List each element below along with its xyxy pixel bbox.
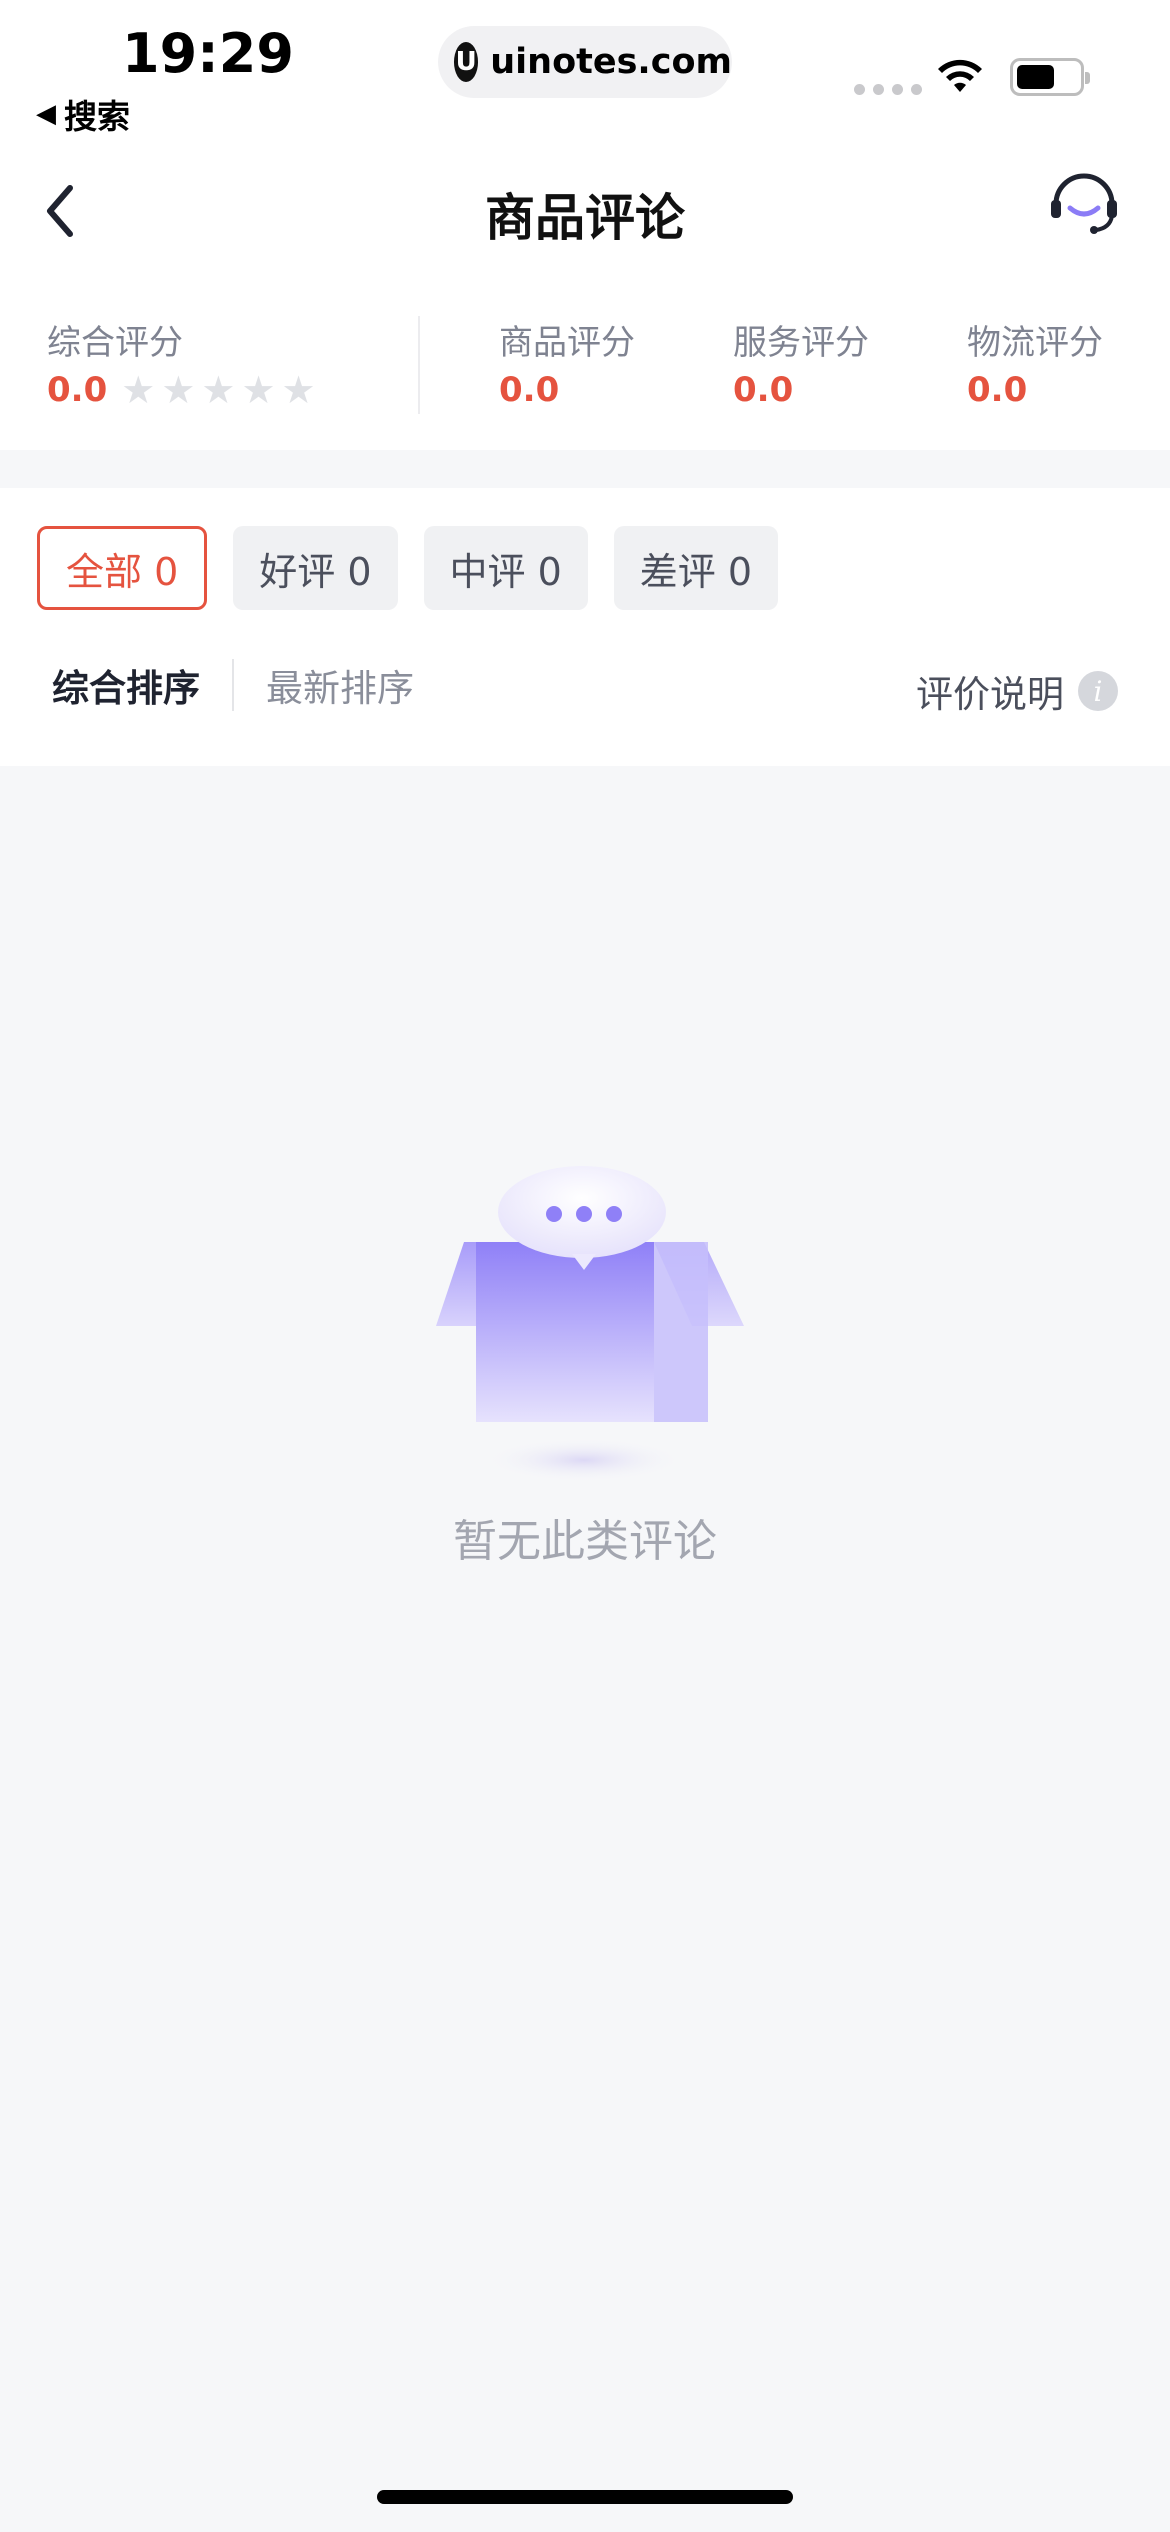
- rating-summary: 综合评分 0.0 ★ ★ ★ ★ ★ 商品评分 0.0 服务评分 0.0 物流评…: [0, 280, 1170, 450]
- filter-section: 全部 0 好评 0 中评 0 差评 0 综合排序 最新排序 评价说明 i: [0, 488, 1170, 766]
- overall-rating: 综合评分 0.0 ★ ★ ★ ★ ★: [47, 315, 316, 410]
- service-rating-value: 0.0: [733, 370, 794, 410]
- status-bar: 19:29 ◀ 搜索 U uinotes.com: [0, 0, 1170, 150]
- rating-stars: ★ ★ ★ ★ ★: [121, 371, 315, 409]
- overall-rating-value: 0.0: [47, 370, 108, 410]
- service-rating-label: 服务评分: [733, 323, 869, 363]
- navbar: 商品评论: [0, 150, 1170, 280]
- star-icon: ★: [281, 368, 316, 412]
- back-to-app-link[interactable]: ◀ 搜索: [36, 90, 130, 138]
- page-title: 商品评论: [485, 189, 685, 247]
- wifi-icon: [938, 59, 982, 92]
- signal-icon: [854, 84, 922, 95]
- divider: [232, 659, 234, 711]
- empty-box-illustration: [436, 1166, 744, 1482]
- empty-state-text: 暂无此类评论: [453, 1516, 717, 1567]
- logistics-rating-value: 0.0: [967, 370, 1028, 410]
- sort-latest[interactable]: 最新排序: [266, 658, 414, 712]
- star-icon: ★: [161, 368, 196, 412]
- url-bar[interactable]: U uinotes.com: [438, 26, 732, 98]
- back-triangle-icon: ◀: [36, 99, 56, 129]
- sort-tabs: 综合排序 最新排序: [52, 658, 414, 712]
- product-rating: 商品评分 0.0: [499, 315, 635, 410]
- status-time: 19:29: [122, 22, 294, 85]
- filter-chip-all[interactable]: 全部 0: [37, 526, 208, 610]
- logistics-rating-label: 物流评分: [967, 323, 1103, 363]
- star-icon: ★: [241, 368, 276, 412]
- filter-chips: 全部 0 好评 0 中评 0 差评 0: [37, 526, 779, 610]
- battery-icon: [1010, 58, 1090, 96]
- logistics-rating: 物流评分 0.0: [967, 315, 1103, 410]
- overall-rating-label: 综合评分: [47, 323, 183, 363]
- rating-explain-label: 评价说明: [916, 673, 1064, 716]
- star-icon: ★: [121, 368, 156, 412]
- divider: [418, 316, 420, 414]
- home-indicator[interactable]: [377, 2490, 793, 2504]
- filter-chip-negative[interactable]: 差评 0: [613, 526, 779, 610]
- customer-service-icon[interactable]: [1046, 164, 1122, 240]
- filter-chip-neutral[interactable]: 中评 0: [423, 526, 588, 610]
- info-icon: i: [1078, 671, 1118, 711]
- filter-chip-positive[interactable]: 好评 0: [233, 526, 398, 610]
- back-app-label: 搜索: [64, 97, 130, 136]
- service-rating: 服务评分 0.0: [733, 315, 869, 410]
- site-logo-icon: U: [454, 42, 479, 82]
- product-rating-label: 商品评分: [499, 323, 635, 363]
- star-icon: ★: [201, 368, 236, 412]
- product-rating-value: 0.0: [499, 370, 560, 410]
- rating-explain-link[interactable]: 评价说明 i: [916, 664, 1118, 718]
- url-text: uinotes.com: [490, 42, 732, 82]
- sort-comprehensive[interactable]: 综合排序: [52, 658, 200, 712]
